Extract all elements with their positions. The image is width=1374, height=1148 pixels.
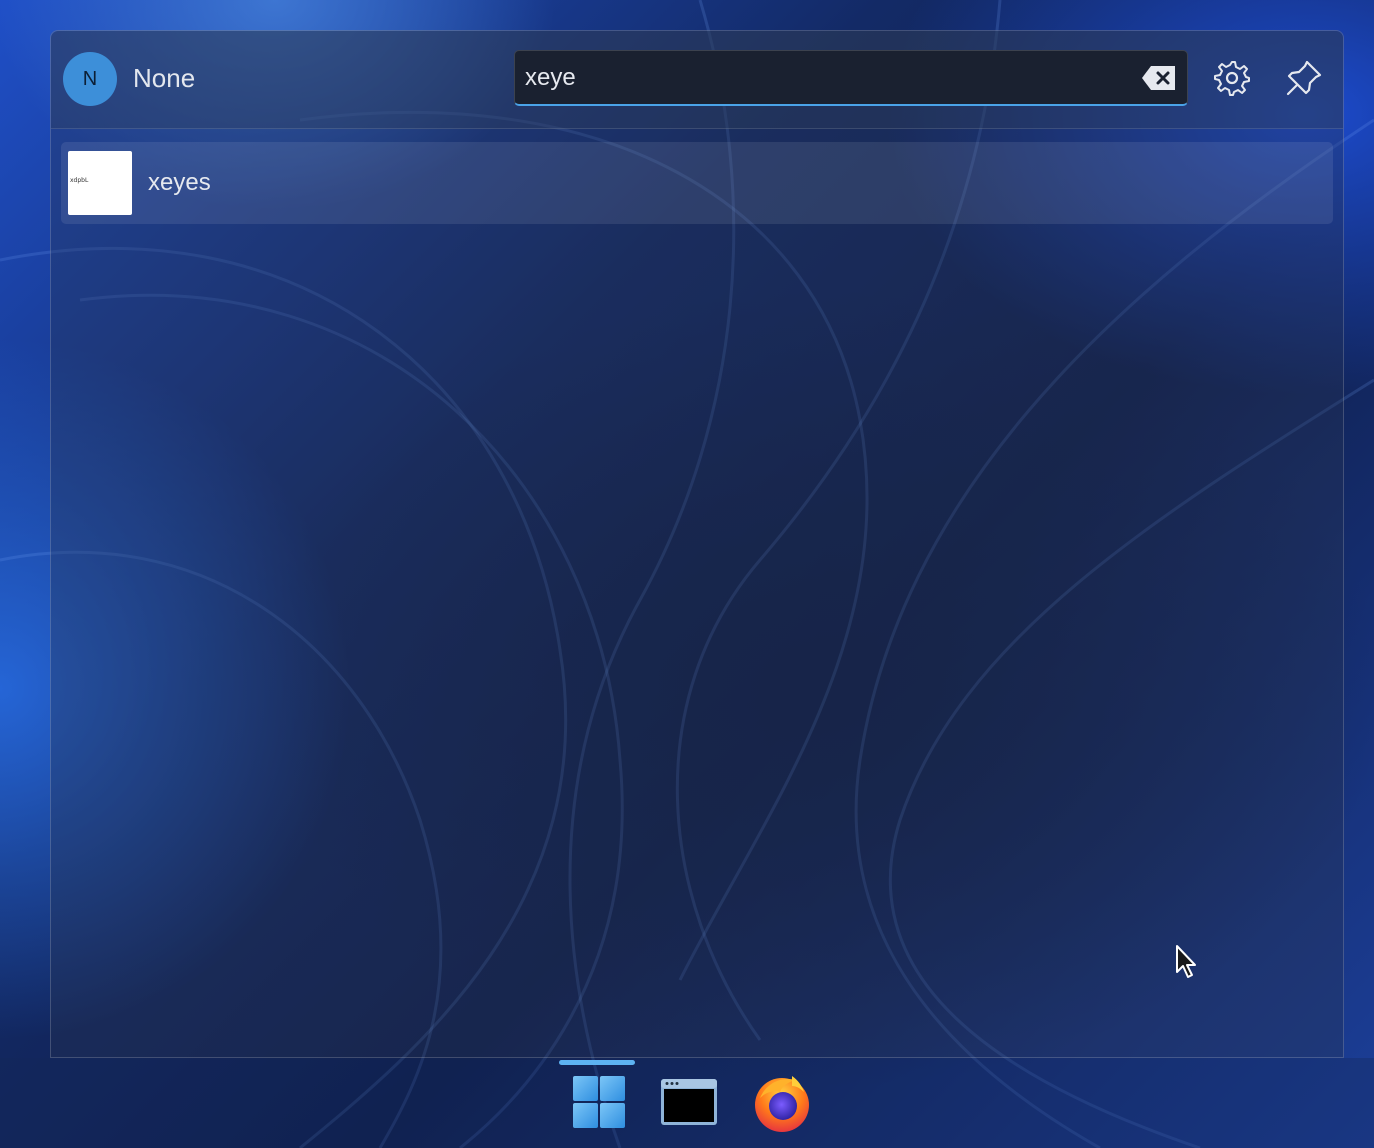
results-list: xdpbL xeyes	[61, 142, 1333, 224]
xeyes-app-icon: xdpbL	[68, 151, 132, 215]
backspace-clear-icon[interactable]	[1141, 65, 1177, 91]
active-indicator	[559, 1060, 635, 1065]
user-name: None	[133, 63, 196, 93]
taskbar	[0, 1058, 1374, 1148]
app-icon-text: xdpbL	[70, 177, 89, 184]
gear-icon[interactable]	[1213, 59, 1251, 97]
avatar[interactable]: N	[63, 52, 117, 106]
windows-start-icon[interactable]	[569, 1070, 629, 1134]
search-input[interactable]: xeye	[525, 64, 576, 92]
app-name: xeyes	[148, 169, 211, 196]
mouse-cursor-icon	[1176, 945, 1196, 978]
app-launcher-panel: N None xeye xdpbL xeyes	[50, 30, 1344, 1058]
launcher-header: N None xeye	[51, 31, 1343, 129]
firefox-icon[interactable]	[752, 1070, 812, 1134]
terminal-icon[interactable]	[659, 1070, 719, 1134]
search-field[interactable]: xeye	[514, 50, 1188, 106]
list-item[interactable]: xdpbL xeyes	[61, 142, 1333, 224]
pin-icon[interactable]	[1285, 59, 1323, 97]
